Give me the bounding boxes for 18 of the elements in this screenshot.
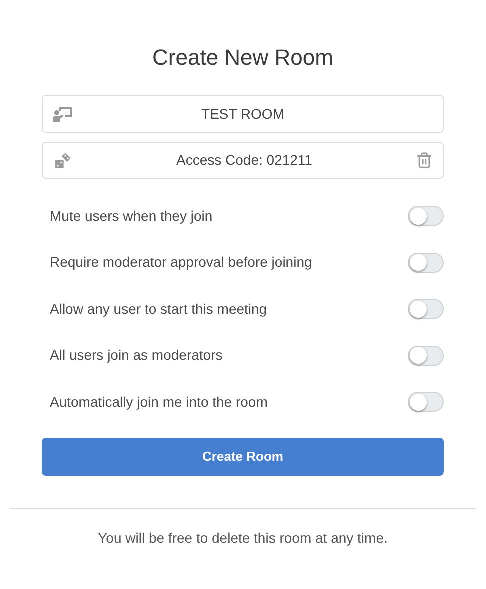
dice-icon	[53, 150, 73, 170]
footer-note: You will be free to delete this room at any time.	[97, 528, 389, 548]
room-name-field[interactable]: TEST ROOM	[42, 95, 444, 133]
setting-label: Require moderator approval before joining	[50, 253, 312, 272]
toggle-switch[interactable]	[408, 392, 444, 412]
access-code-text: Access Code: 021211	[176, 151, 314, 170]
create-room-button[interactable]: Create Room	[42, 438, 444, 476]
setting-label: Automatically join me into the room	[50, 392, 268, 412]
dialog-title: Create New Room	[152, 44, 334, 72]
toggle-switch[interactable]	[408, 252, 444, 273]
setting-label: Mute users when they join	[50, 206, 213, 226]
delete-icon[interactable]	[416, 152, 433, 169]
toggle-switch[interactable]	[408, 206, 444, 226]
toggle-switch[interactable]	[408, 346, 444, 366]
setting-label: Allow any user to start this meeting	[50, 300, 268, 319]
toggle-switch[interactable]	[408, 299, 444, 320]
presenter-icon	[53, 106, 73, 122]
setting-label: All users join as moderators	[50, 346, 223, 366]
